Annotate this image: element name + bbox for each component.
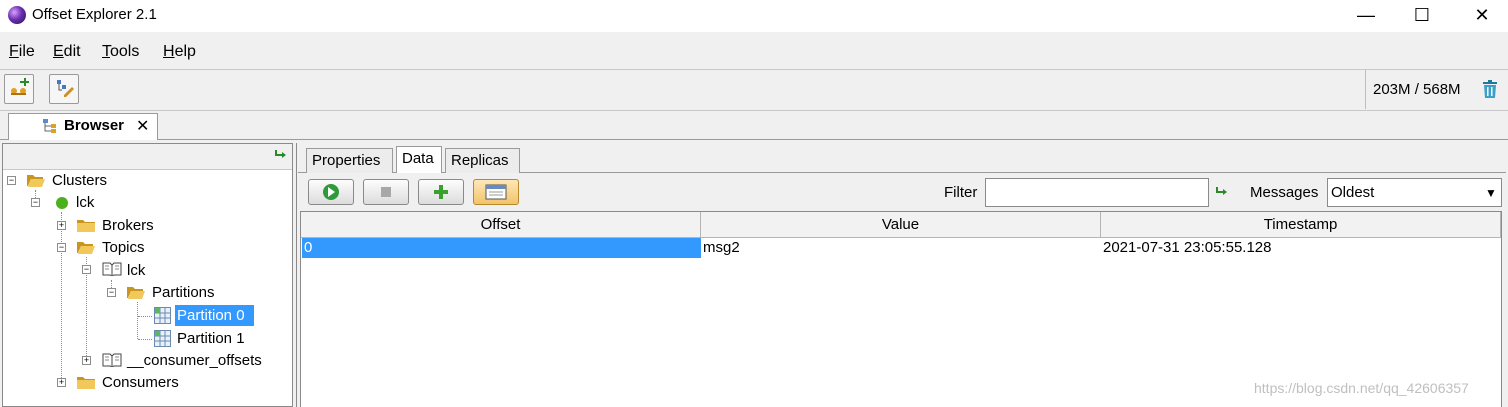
window-icon [485,184,507,200]
add-cluster-icon [11,78,29,95]
edit-button[interactable] [49,74,79,104]
folder-open-icon [27,175,45,187]
folder-icon [77,220,95,232]
run-button[interactable] [308,179,354,205]
partition-icon [154,307,171,324]
tree-brokers[interactable]: Brokers [102,217,154,234]
add-cluster-button[interactable] [4,74,34,104]
cell-timestamp[interactable]: 2021-07-31 23:05:55.128 [1103,239,1271,256]
column-header-value[interactable]: Value [701,212,1101,238]
close-window-button[interactable]: ✕ [1459,0,1505,32]
folder-icon [77,377,95,389]
cluster-expander[interactable]: − [31,198,40,207]
maximize-button[interactable]: ☐ [1399,0,1445,32]
tree-consumer-offsets[interactable]: __consumer_offsets [127,352,262,369]
view-message-button[interactable] [473,179,519,205]
minimize-button[interactable]: — [1343,0,1389,32]
window-title: Offset Explorer 2.1 [32,6,157,23]
tree-line [137,302,138,339]
add-message-button[interactable] [418,179,464,205]
watermark: https://blog.csdn.net/qq_42606357 [1254,380,1469,396]
stop-icon [381,187,391,197]
play-icon [323,184,339,200]
cluster-status-icon [56,197,68,209]
chevron-down-icon[interactable]: ▼ [1485,186,1497,200]
tree-cluster-lck[interactable]: lck [76,194,94,211]
memory-usage: 203M / 568M [1373,81,1461,98]
menu-tools[interactable]: Tools [102,43,139,61]
tab-browser-label: Browser [64,117,125,134]
plus-icon [434,185,448,199]
stop-button[interactable] [363,179,409,205]
cell-offset[interactable]: 0 [304,239,312,256]
consumers-expander[interactable]: + [57,378,66,387]
tree-header [3,144,292,170]
folder-open-icon [77,242,95,254]
messages-select-value: Oldest [1331,184,1375,201]
topic-expander[interactable]: − [82,265,91,274]
garbage-collect-icon[interactable] [1482,80,1498,99]
topic-book-icon [102,353,122,367]
tab-replicas[interactable]: Replicas [445,148,520,173]
tree-consumers[interactable]: Consumers [102,374,179,391]
tab-browser-close-button[interactable]: ✕ [136,116,149,136]
browser-tree-icon [42,118,60,138]
filter-input[interactable] [985,178,1209,207]
filter-label: Filter [944,184,978,201]
tree-line [138,339,152,340]
clusters-expander[interactable]: − [7,176,16,185]
column-header-offset[interactable]: Offset [301,212,701,238]
apply-filter-icon[interactable] [1215,185,1229,203]
brokers-expander[interactable]: + [57,221,66,230]
menu-bar [0,34,1508,68]
column-header-timestamp[interactable]: Timestamp [1101,212,1501,238]
tree-partition-1[interactable]: Partition 1 [177,330,245,347]
topics-expander[interactable]: − [57,243,66,252]
messages-label: Messages [1250,184,1319,201]
menu-help[interactable]: Help [163,43,196,61]
partition-icon [154,330,171,347]
consumer-offsets-expander[interactable]: + [82,356,91,365]
tree-edit-icon [57,80,74,97]
tab-properties[interactable]: Properties [306,148,393,173]
toolbar-separator [1365,70,1366,109]
folder-open-icon [127,287,145,299]
tree-partition-0[interactable]: Partition 0 [177,307,245,324]
partitions-expander[interactable]: − [107,288,116,297]
topic-book-icon [102,262,122,276]
refresh-tree-icon[interactable] [274,148,288,166]
app-icon [8,6,26,24]
menu-file[interactable]: File [9,43,35,61]
tree-topic-lck[interactable]: lck [127,262,145,279]
tree-line [138,316,152,317]
cell-selection-highlight [302,238,701,258]
title-bar [0,0,1508,32]
menu-edit[interactable]: Edit [53,43,81,61]
tree-clusters[interactable]: Clusters [52,172,107,189]
tab-strip-divider [0,139,1508,140]
tree-partitions[interactable]: Partitions [152,284,215,301]
toolbar [0,69,1508,111]
tab-data[interactable]: Data [396,146,442,173]
tree-topics[interactable]: Topics [102,239,145,256]
cell-value[interactable]: msg2 [703,239,740,256]
tree-line [61,212,62,384]
